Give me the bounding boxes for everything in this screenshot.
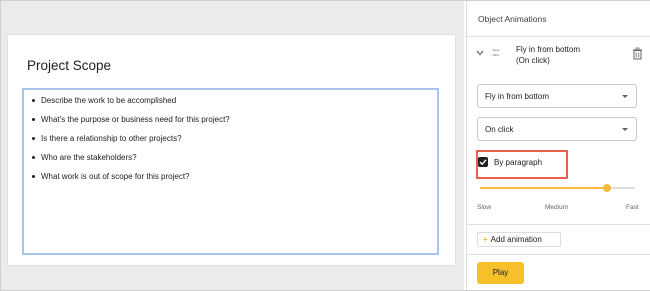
divider xyxy=(467,36,650,37)
bullet-text: What's the purpose or business need for … xyxy=(41,115,230,124)
animation-trigger: (On click) xyxy=(516,56,550,65)
effect-select-value: Fly in from bottom xyxy=(485,92,550,101)
play-button[interactable]: Play xyxy=(477,262,524,284)
bullet-item: Is there a relationship to other project… xyxy=(32,134,437,153)
bullet-icon xyxy=(32,175,35,178)
chevron-down-icon[interactable] xyxy=(475,48,485,58)
bullet-icon xyxy=(32,137,35,140)
select-caret-icon xyxy=(622,95,628,98)
bullet-icon xyxy=(32,156,35,159)
add-animation-button[interactable]: + Add animation xyxy=(477,232,561,247)
trigger-select-value: On click xyxy=(485,125,514,134)
divider xyxy=(467,224,650,225)
plus-icon: + xyxy=(483,235,488,244)
bullet-item: Describe the work to be accomplished xyxy=(32,96,437,115)
speed-label-slow: Slow xyxy=(477,204,492,211)
bullet-item: What work is out of scope for this proje… xyxy=(32,172,437,191)
bullet-text: Is there a relationship to other project… xyxy=(41,134,182,143)
panel-title: Object Animations xyxy=(478,14,547,24)
slide-title[interactable]: Project Scope xyxy=(27,58,111,73)
by-paragraph-label[interactable]: By paragraph xyxy=(494,158,542,167)
bullet-icon xyxy=(32,99,35,102)
bullet-text: What work is out of scope for this proje… xyxy=(41,172,190,181)
selected-text-box[interactable]: Describe the work to be accomplished Wha… xyxy=(22,88,439,255)
bullet-text: Who are the stakeholders? xyxy=(41,153,137,162)
divider xyxy=(467,254,650,255)
bullet-item: What's the purpose or business need for … xyxy=(32,115,437,134)
trash-icon[interactable] xyxy=(632,47,643,60)
animations-panel: Object Animations - Desc - Wha Fly in fr… xyxy=(466,1,650,290)
bullet-item: Who are the stakeholders? xyxy=(32,153,437,172)
speed-label-fast: Fast xyxy=(626,204,639,211)
thumbnail-line: - Wha xyxy=(491,53,500,57)
bullet-list: Describe the work to be accomplished Wha… xyxy=(24,90,437,191)
select-caret-icon xyxy=(622,128,628,131)
speed-label-medium: Medium xyxy=(545,204,569,211)
bullet-icon xyxy=(32,118,35,121)
trigger-select[interactable]: On click xyxy=(477,117,637,141)
animation-entry[interactable]: Fly in from bottom (On click) xyxy=(516,44,580,66)
slide[interactable]: Project Scope Describe the work to be ac… xyxy=(8,35,455,265)
animation-name: Fly in from bottom xyxy=(516,45,581,54)
bullet-text: Describe the work to be accomplished xyxy=(41,96,177,105)
by-paragraph-checkbox[interactable] xyxy=(478,157,488,167)
effect-select[interactable]: Fly in from bottom xyxy=(477,84,637,108)
add-animation-label: Add animation xyxy=(490,235,542,244)
speed-slider-thumb[interactable] xyxy=(603,184,612,192)
slide-canvas-area: Project Scope Describe the work to be ac… xyxy=(1,1,464,290)
animation-thumbnail: - Desc - Wha xyxy=(491,48,511,62)
speed-slider-fill xyxy=(480,187,608,189)
